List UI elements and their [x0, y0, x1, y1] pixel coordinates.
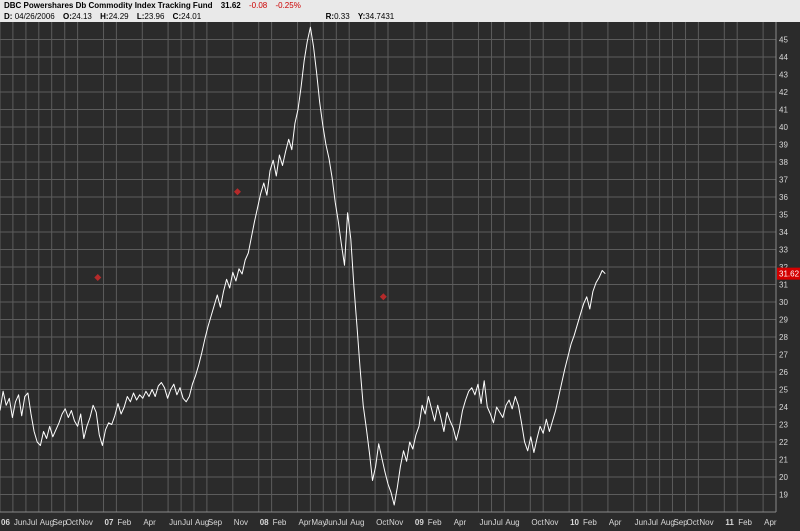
date-label: D: [4, 12, 13, 21]
last-price: 31.62 [220, 1, 241, 10]
y-tick-label: 37 [779, 176, 788, 185]
x-tick-label: Apr [454, 518, 467, 527]
y-tick-label: 20 [779, 473, 788, 482]
x-tick-label: Sep [208, 518, 223, 527]
x-tick-label: Nov [389, 518, 403, 527]
y-tick-label: 24 [779, 403, 788, 412]
x-tick-label: Oct [531, 518, 544, 527]
x-tick-label: Jul [27, 518, 37, 527]
y-tick-label: 44 [779, 53, 788, 62]
title-line: DBC Powershares Db Commodity Index Track… [4, 1, 301, 10]
symbol-name: DBC Powershares Db Commodity Index Track… [4, 1, 213, 10]
y-tick-label: 45 [779, 36, 788, 45]
x-tick-label: Jul [337, 518, 347, 527]
price-change-percent: -0.25% [275, 1, 301, 10]
x-tick-label: Feb [428, 518, 442, 527]
y-tick-label: 28 [779, 333, 788, 342]
x-tick-label: 06 [1, 518, 10, 527]
date-value: 04/26/2006 [14, 12, 55, 21]
x-tick-label: Apr [143, 518, 156, 527]
x-tick-label: Jul [182, 518, 192, 527]
high-value: 24.29 [108, 12, 129, 21]
x-tick-label: Apr [609, 518, 622, 527]
x-tick-label: Nov [79, 518, 93, 527]
x-tick-label: Feb [273, 518, 287, 527]
y-tick-label: 29 [779, 316, 788, 325]
close-value: 24.01 [181, 12, 202, 21]
y-tick-label: 25 [779, 386, 788, 395]
x-tick-label: Apr [299, 518, 312, 527]
x-tick-label: 11 [725, 518, 734, 527]
x-tick-label: Jun [169, 518, 182, 527]
x-tick-label: Jul [493, 518, 503, 527]
x-tick-label: Jun [479, 518, 492, 527]
chart-header: DBC Powershares Db Commodity Index Track… [0, 0, 800, 22]
low-value: 23.96 [144, 12, 165, 21]
close-label: C: [172, 12, 182, 21]
y-value: 34.7431 [365, 12, 395, 21]
r-value: 0.33 [334, 12, 350, 21]
last-price-tag-label: 31.62 [779, 270, 800, 279]
y-tick-label: 41 [779, 106, 788, 115]
open-label: O: [62, 12, 72, 21]
y-tick-label: 42 [779, 88, 788, 97]
high-label: H: [100, 12, 109, 21]
y-tick-label: 39 [779, 141, 788, 150]
y-tick-label: 19 [779, 491, 788, 500]
y-tick-label: 34 [779, 228, 788, 237]
x-tick-label: 09 [415, 518, 424, 527]
y-tick-label: 21 [779, 456, 788, 465]
x-tick-label: Nov [234, 518, 248, 527]
plot-background [0, 22, 800, 531]
x-tick-label: Oct [66, 518, 79, 527]
x-tick-label: Aug [350, 518, 364, 527]
x-tick-label: 07 [105, 518, 114, 527]
x-tick-label: Apr [764, 518, 777, 527]
y-tick-label: 22 [779, 438, 788, 447]
open-value: 24.13 [71, 12, 92, 21]
y-tick-label: 31 [779, 281, 788, 290]
x-tick-label: Nov [544, 518, 558, 527]
x-tick-label: Oct [376, 518, 389, 527]
y-tick-label: 36 [779, 193, 788, 202]
x-tick-label: Jul [648, 518, 658, 527]
y-tick-label: 43 [779, 71, 788, 80]
ohlc-line: D: 04/26/2006 O:24.13 H:24.29 L:23.96 C:… [4, 12, 394, 21]
x-tick-label: Oct [687, 518, 700, 527]
x-tick-label: 10 [570, 518, 579, 527]
y-tick-label: 35 [779, 211, 788, 220]
price-chart[interactable]: 1920212223242526272829303132333435363738… [0, 22, 800, 531]
x-tick-label: 08 [260, 518, 269, 527]
y-tick-label: 27 [779, 351, 788, 360]
y-tick-label: 33 [779, 246, 788, 255]
x-tick-label: Feb [117, 518, 131, 527]
x-tick-label: Aug [505, 518, 519, 527]
x-tick-label: Nov [699, 518, 713, 527]
y-tick-label: 23 [779, 421, 788, 430]
x-tick-label: Jun [324, 518, 337, 527]
y-tick-label: 26 [779, 368, 788, 377]
y-tick-label: 38 [779, 158, 788, 167]
price-change: -0.08 [248, 1, 268, 10]
x-tick-label: Feb [738, 518, 752, 527]
x-tick-label: Jun [635, 518, 648, 527]
x-tick-label: Jun [14, 518, 27, 527]
x-tick-label: Feb [583, 518, 597, 527]
r-label: R: [325, 12, 335, 21]
y-tick-label: 40 [779, 123, 788, 132]
y-tick-label: 30 [779, 298, 788, 307]
